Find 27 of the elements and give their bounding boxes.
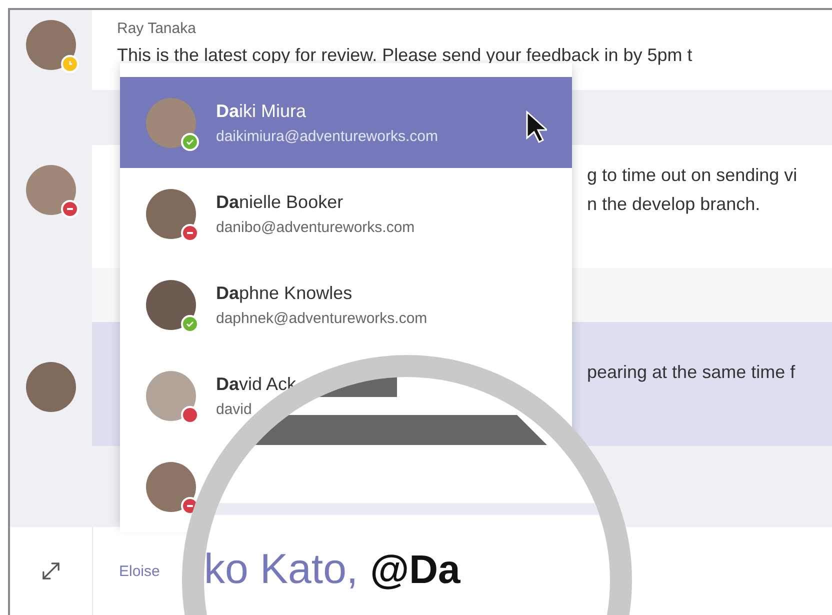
avatar [146,188,196,238]
mention-item[interactable]: Daphne Knowles daphnek@adventureworks.com [120,259,572,350]
person-email: daphnek@adventureworks.com [216,310,428,326]
mention-item[interactable]: Danielle Booker danibo@adventureworks.com [120,168,572,259]
avatar [146,280,196,330]
avatar [26,165,76,215]
message-text: n the develop branch. [587,194,760,215]
avatar [26,362,76,412]
person-name: Danielle Booker [216,192,344,212]
avatar [146,370,196,420]
avatar [146,462,196,512]
person-email: david [216,400,252,418]
mention-text: ko Kato, [204,545,358,593]
message-text: pearing at the same time f [587,362,796,383]
sender-name: Eloise [119,562,160,580]
person-email: daikimiura@adventureworks.com [216,128,438,144]
mention-item[interactable]: Daiki Miura daikimiura@adventureworks.com [120,77,572,168]
message-text: g to time out on sending vi [587,165,798,186]
author-name: Ray Tanaka [117,20,196,37]
person-name: Daphne Knowles [216,282,352,304]
avatar [26,20,76,70]
person-email: danibo@adventureworks.com [216,218,415,236]
cursor-icon [525,110,547,144]
message-text: This is the latest copy for review. Please send your feedback in by 5pm t [117,45,692,66]
typed-text: @Da [370,548,460,593]
person-name: Daiki Miura [216,100,306,122]
avatar [146,98,196,148]
